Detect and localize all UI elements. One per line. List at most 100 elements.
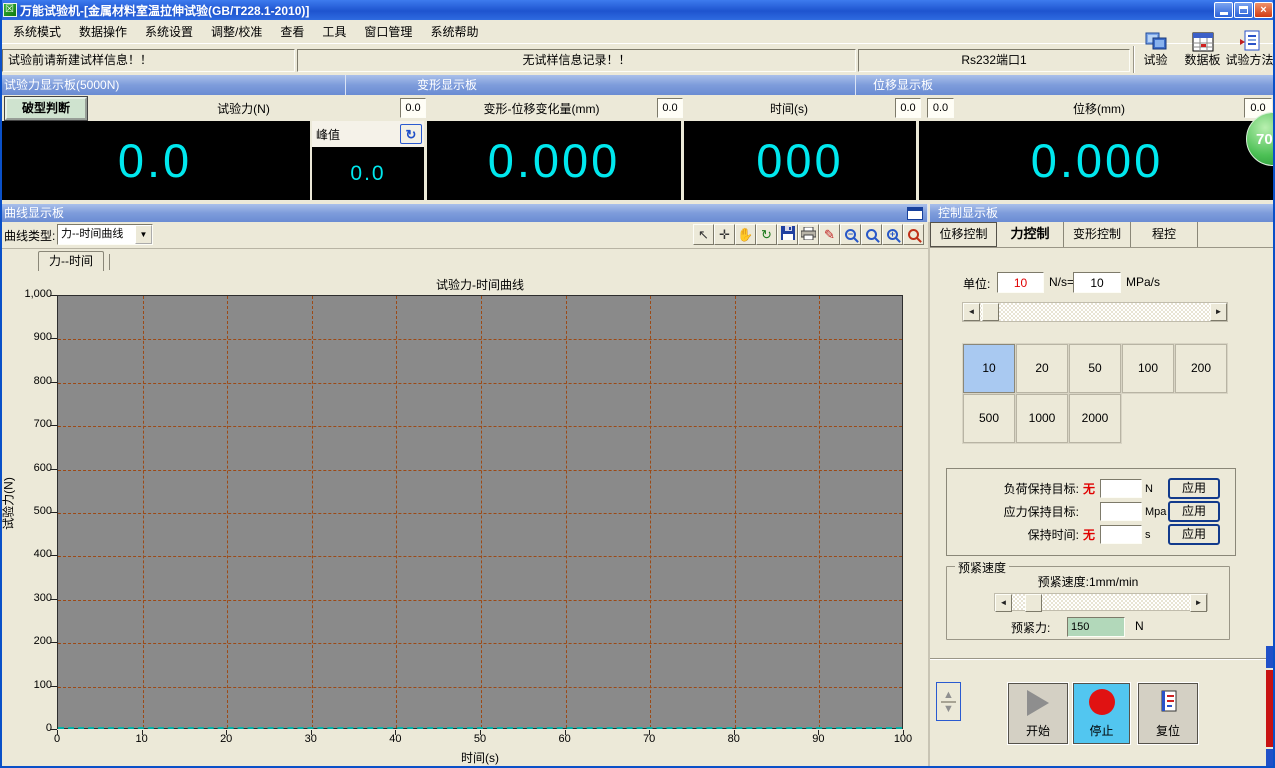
- print-button[interactable]: [798, 224, 819, 245]
- method-icon: [1239, 28, 1261, 52]
- tab-位移控制[interactable]: 位移控制: [930, 222, 997, 247]
- arrow-up-icon: ▲: [943, 690, 954, 700]
- h-gridline: [58, 383, 902, 384]
- pan-button[interactable]: ✛: [714, 224, 735, 245]
- menu-item-查看[interactable]: 查看: [271, 20, 313, 43]
- speed-button-500[interactable]: 500: [963, 394, 1015, 443]
- rate-scroll-thumb[interactable]: [982, 303, 999, 321]
- tab-force-time[interactable]: 力--时间: [38, 251, 104, 271]
- preload-force-input[interactable]: [1067, 617, 1125, 637]
- close-button[interactable]: ×: [1254, 2, 1273, 18]
- v-gridline: [396, 296, 397, 728]
- tab-程控[interactable]: 程控: [1131, 222, 1198, 247]
- rate-scrollbar[interactable]: ◄ ►: [962, 302, 1228, 322]
- chart-xlabel: 时间(s): [57, 749, 903, 766]
- hold-input[interactable]: [1100, 479, 1142, 498]
- refresh-icon: ↻: [761, 228, 772, 241]
- hold-input[interactable]: [1100, 525, 1142, 544]
- stop-button[interactable]: 停止: [1073, 683, 1130, 744]
- menu-item-窗口管理[interactable]: 窗口管理: [355, 20, 421, 43]
- apply-button[interactable]: 应用: [1168, 501, 1220, 522]
- scroll-left-icon[interactable]: ◄: [995, 594, 1012, 612]
- y-tickmark: [51, 599, 57, 600]
- zoom-button[interactable]: [861, 224, 882, 245]
- app-icon: [3, 3, 17, 17]
- start-button-label: 开始: [1026, 722, 1050, 739]
- x-tickmark: [649, 730, 650, 735]
- speed-button-50[interactable]: 50: [1069, 344, 1121, 393]
- pen-button[interactable]: ✎: [819, 224, 840, 245]
- toolbar-action-label: 试验: [1143, 52, 1167, 68]
- menu-item-数据操作[interactable]: 数据操作: [70, 20, 136, 43]
- reset-button[interactable]: 复位: [1138, 683, 1198, 744]
- minimize-icon: [1220, 12, 1228, 15]
- preload-scroll-thumb[interactable]: [1025, 594, 1042, 612]
- hold-unit: Mpa: [1142, 506, 1168, 518]
- display-label-row: 破型判断 试验力(N) 0.0 变形-位移变化量(mm) 0.0 时间(s) 0…: [0, 95, 1275, 121]
- hold-label: 应力保持目标:: [947, 503, 1079, 520]
- cursor-button[interactable]: ↖: [693, 224, 714, 245]
- toolbar-action-数据板[interactable]: 数据板: [1179, 28, 1226, 68]
- panel-restore-icon[interactable]: [907, 207, 923, 220]
- toolbar: 试验前请新建试样信息！！ 无试样信息记录！！ Rs232端口1: [0, 44, 1275, 75]
- y-tick-label: 700: [0, 418, 52, 430]
- break-detect-button[interactable]: 破型判断: [5, 97, 87, 120]
- menu-item-工具[interactable]: 工具: [313, 20, 355, 43]
- start-button[interactable]: 开始: [1008, 683, 1068, 744]
- speed-button-1000[interactable]: 1000: [1016, 394, 1068, 443]
- refresh-button[interactable]: ↻: [756, 224, 777, 245]
- menu-item-调整/校准[interactable]: 调整/校准: [202, 20, 271, 43]
- restore-button[interactable]: [1234, 2, 1253, 18]
- speed-button-200[interactable]: 200: [1175, 344, 1227, 393]
- zoom-out-button[interactable]: −: [840, 224, 861, 245]
- disp-label: 位移(mm): [954, 100, 1244, 117]
- scroll-left-icon[interactable]: ◄: [963, 303, 980, 321]
- zoom-reset-button[interactable]: [903, 224, 924, 245]
- refresh-icon: ↻: [406, 127, 417, 142]
- hold-group: 负荷保持目标:无N应用应力保持目标:Mpa应用保持时间:无s应用: [946, 468, 1236, 556]
- tab-变形控制[interactable]: 变形控制: [1064, 222, 1131, 247]
- hold-row: 保持时间:无s应用: [947, 523, 1235, 546]
- curve-region: 曲线类型: 力--时间曲线 ▼ ↖✛✋↻✎−+ 力--时间 试验力-时间曲线 试…: [0, 222, 928, 768]
- speed-button-2000[interactable]: 2000: [1069, 394, 1121, 443]
- zoom-out-icon: −: [845, 229, 856, 240]
- force-rate-input[interactable]: [997, 272, 1044, 293]
- preload-scrollbar[interactable]: ◄ ►: [994, 593, 1208, 611]
- h-gridline: [58, 643, 902, 644]
- time-display: 000: [684, 121, 916, 200]
- tab-力控制[interactable]: 力控制: [997, 222, 1064, 247]
- y-tickmark: [51, 295, 57, 296]
- x-tickmark: [565, 730, 566, 735]
- y-tick-label: 900: [0, 331, 52, 343]
- speed-button-100[interactable]: 100: [1122, 344, 1174, 393]
- save-button[interactable]: [777, 224, 798, 245]
- x-tickmark: [480, 730, 481, 735]
- y-tickmark: [51, 469, 57, 470]
- zoom-in-button[interactable]: +: [882, 224, 903, 245]
- menu-item-系统帮助[interactable]: 系统帮助: [421, 20, 487, 43]
- h-gridline: [58, 339, 902, 340]
- zoom-reset-icon: [908, 229, 919, 240]
- speed-button-10[interactable]: 10: [963, 344, 1015, 393]
- force-time-chart: 试验力-时间曲线 试验力(N) 时间(s) 010020030040050060…: [0, 270, 928, 768]
- hold-input[interactable]: [1100, 502, 1142, 521]
- scroll-right-icon[interactable]: ►: [1190, 594, 1207, 612]
- curve-type-select[interactable]: 力--时间曲线 ▼: [57, 224, 153, 245]
- menu-item-系统模式[interactable]: 系统模式: [4, 20, 70, 43]
- scroll-right-icon[interactable]: ►: [1210, 303, 1227, 321]
- chevron-down-icon[interactable]: ▼: [135, 225, 152, 244]
- apply-button[interactable]: 应用: [1168, 478, 1220, 499]
- peak-reset-button[interactable]: ↻: [400, 124, 422, 144]
- stress-rate-input[interactable]: [1073, 272, 1121, 293]
- toolbar-action-试验[interactable]: 试验: [1132, 28, 1179, 68]
- control-panel-header: 控制显示板: [930, 204, 1275, 222]
- jog-up-down-button[interactable]: ▲ ▼: [936, 682, 961, 721]
- minimize-button[interactable]: [1214, 2, 1233, 18]
- deform-display: 0.000: [427, 121, 681, 200]
- hand-button[interactable]: ✋: [735, 224, 756, 245]
- apply-button[interactable]: 应用: [1168, 524, 1220, 545]
- toolbar-action-试验方法[interactable]: 试验方法: [1226, 28, 1273, 68]
- menu-item-系统设置[interactable]: 系统设置: [136, 20, 202, 43]
- unit2-label: MPa/s: [1126, 275, 1160, 289]
- speed-button-20[interactable]: 20: [1016, 344, 1068, 393]
